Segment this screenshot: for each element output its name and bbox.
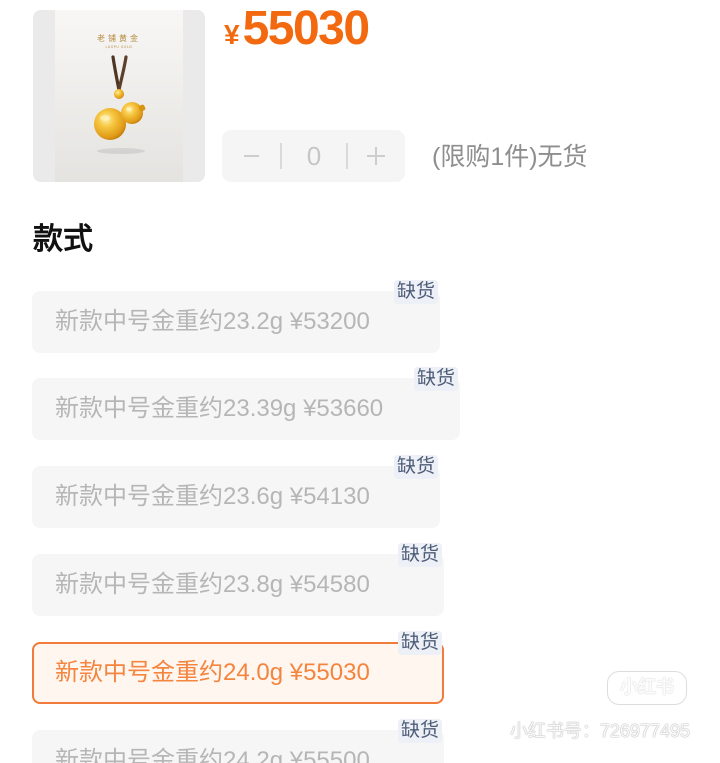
price-value: 55030 (242, 2, 370, 55)
style-option-4[interactable]: 新款中号金重约23.8g ¥54580 缺货 (32, 543, 444, 616)
style-option-label: 新款中号金重约24.0g ¥55030 (55, 659, 370, 686)
purchase-limit-status: (限购1件)无货 (432, 143, 588, 171)
pendant-shadow (97, 148, 145, 154)
style-option-label: 新款中号金重约23.39g ¥53660 (55, 395, 384, 422)
out-of-stock-badge: 缺货 (397, 719, 442, 743)
watermark-account-id: 小红书号：726977495 (509, 721, 690, 741)
plus-icon (367, 147, 385, 165)
brand-logo-subtext: LAOPU GOLD (106, 45, 133, 49)
product-photo: 老铺黄金 LAOPU GOLD (33, 10, 205, 182)
style-option-6[interactable]: 新款中号金重约24.2g ¥55500 缺货 (32, 719, 444, 763)
pendant-bead (114, 89, 124, 99)
minus-icon (244, 155, 259, 157)
style-option-1[interactable]: 新款中号金重约23.2g ¥53200 缺货 (32, 280, 440, 353)
style-option-label: 新款中号金重约23.6g ¥54130 (55, 483, 370, 510)
product-image[interactable]: 老铺黄金 LAOPU GOLD (33, 10, 205, 182)
out-of-stock-badge: 缺货 (393, 280, 438, 304)
out-of-stock-badge: 缺货 (393, 455, 438, 479)
watermark-logo: 小红书 (607, 671, 687, 705)
style-option-2[interactable]: 新款中号金重约23.39g ¥53660 缺货 (32, 367, 460, 440)
style-section-title: 款式 (33, 223, 93, 256)
quantity-stepper: 0 (222, 130, 405, 182)
style-option-label: 新款中号金重约23.8g ¥54580 (55, 571, 370, 598)
style-option-label: 新款中号金重约23.2g ¥53200 (55, 308, 370, 335)
brand-logo-text: 老铺黄金 (97, 33, 141, 43)
price: ¥55030 (224, 1, 370, 68)
style-option-label: 新款中号金重约24.2g ¥55500 (55, 747, 370, 763)
currency-symbol: ¥ (224, 19, 240, 50)
style-option-3[interactable]: 新款中号金重约23.6g ¥54130 缺货 (32, 455, 440, 528)
out-of-stock-badge: 缺货 (397, 543, 442, 567)
quantity-input[interactable]: 0 (282, 130, 346, 182)
out-of-stock-badge: 缺货 (413, 367, 458, 391)
decrement-button[interactable] (222, 130, 280, 182)
increment-button[interactable] (348, 130, 405, 182)
style-option-5[interactable]: 新款中号金重约24.0g ¥55030 缺货 (32, 631, 444, 704)
out-of-stock-badge: 缺货 (397, 631, 442, 655)
